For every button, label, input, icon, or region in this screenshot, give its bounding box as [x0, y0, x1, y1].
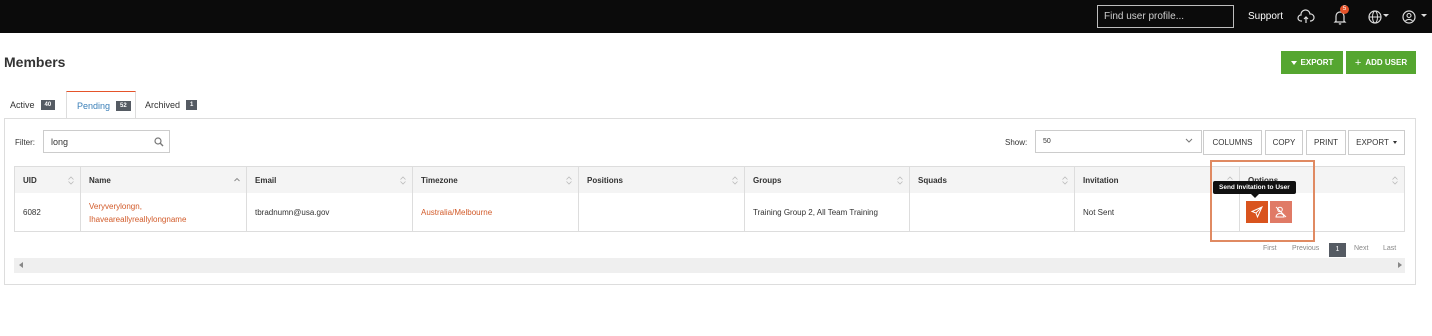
chevron-down-icon: [1383, 14, 1389, 17]
pagination-last[interactable]: Last: [1383, 245, 1396, 252]
remove-user-button[interactable]: [1270, 201, 1292, 223]
export-dropdown-button[interactable]: EXPORT: [1281, 51, 1343, 74]
tab-active[interactable]: Active 40: [0, 91, 65, 119]
tab-label: Archived: [145, 100, 181, 110]
tab-label: Pending: [77, 100, 111, 111]
user-remove-icon: [1275, 206, 1287, 218]
export-label: EXPORT: [1356, 138, 1389, 147]
print-button[interactable]: PRINT: [1306, 130, 1346, 155]
cell-name[interactable]: Veryverylongn, Ihaveareallyreallylongnam…: [81, 193, 247, 232]
header-label: UID: [23, 176, 37, 185]
sort-icon: [1392, 176, 1398, 185]
tab-pending[interactable]: Pending 52: [66, 91, 136, 119]
scroll-right-arrow-icon[interactable]: [1398, 262, 1402, 268]
globe-icon[interactable]: [1366, 8, 1384, 26]
scroll-left-arrow-icon[interactable]: [19, 262, 23, 268]
column-header-uid[interactable]: UID: [15, 167, 81, 193]
column-header-name[interactable]: Name: [81, 167, 247, 193]
caret-down-icon: [1290, 60, 1297, 65]
user-profile-search-input[interactable]: [1097, 5, 1234, 28]
print-label: PRINT: [1314, 138, 1338, 147]
horizontal-scrollbar[interactable]: [14, 258, 1405, 273]
tab-count-badge: 1: [186, 100, 198, 110]
header-label: Groups: [753, 176, 782, 185]
cloud-upload-icon[interactable]: [1297, 8, 1315, 26]
send-invitation-button[interactable]: [1246, 201, 1268, 223]
add-user-button[interactable]: + ADD USER: [1346, 51, 1416, 74]
export-table-button[interactable]: EXPORT: [1348, 130, 1405, 155]
filter-label: Filter:: [15, 138, 35, 147]
member-name-link[interactable]: Ihaveareallyreallylongname: [89, 213, 186, 226]
tab-label: Active: [10, 100, 35, 110]
sort-ascending-icon: [234, 177, 240, 182]
export-button-label: EXPORT: [1300, 58, 1334, 67]
tooltip-arrow: [1251, 194, 1259, 198]
header-label: Timezone: [421, 176, 458, 185]
user-circle-icon[interactable]: [1400, 8, 1418, 26]
sort-icon: [1062, 176, 1068, 185]
column-header-timezone[interactable]: Timezone: [413, 167, 579, 193]
cell-positions: [579, 193, 745, 232]
pagination-next[interactable]: Next: [1354, 245, 1368, 252]
chevron-down-icon: [1185, 138, 1193, 143]
column-header-email[interactable]: Email: [247, 167, 413, 193]
cell-invitation: Not Sent: [1075, 193, 1240, 232]
support-link[interactable]: Support: [1248, 11, 1283, 22]
timezone-link[interactable]: Australia/Melbourne: [421, 208, 492, 217]
plus-icon: +: [1354, 56, 1362, 69]
pagination-previous[interactable]: Previous: [1292, 245, 1319, 252]
cell-squads: [910, 193, 1075, 232]
member-name-link[interactable]: Veryverylongn,: [89, 200, 142, 213]
tab-count-badge: 52: [116, 100, 131, 111]
header-label: Name: [89, 176, 111, 185]
header-label: Invitation: [1083, 176, 1119, 185]
cell-uid: 6082: [15, 193, 81, 232]
pagination-first[interactable]: First: [1263, 245, 1277, 252]
send-invitation-tooltip: Send Invitation to User: [1213, 181, 1296, 194]
cell-email: tbradnumn@usa.gov: [247, 193, 413, 232]
sort-icon: [400, 176, 406, 185]
tab-archived[interactable]: Archived 1: [135, 91, 207, 119]
paper-plane-icon: [1250, 206, 1263, 219]
column-header-positions[interactable]: Positions: [579, 167, 745, 193]
pagination-current-page[interactable]: 1: [1329, 243, 1346, 257]
sort-icon: [68, 176, 74, 185]
copy-label: COPY: [1272, 138, 1296, 147]
column-header-squads[interactable]: Squads: [910, 167, 1075, 193]
cell-timezone[interactable]: Australia/Melbourne: [413, 193, 579, 232]
header-label: Positions: [587, 176, 624, 185]
page-size-select[interactable]: 50: [1035, 130, 1202, 153]
search-icon: [154, 137, 164, 147]
copy-button[interactable]: COPY: [1265, 130, 1303, 155]
sort-icon: [897, 176, 903, 185]
filter-input[interactable]: [43, 130, 170, 153]
columns-label: COLUMNS: [1212, 138, 1253, 147]
caret-down-icon: [1392, 141, 1397, 144]
chevron-down-icon: [1421, 14, 1427, 17]
column-header-groups[interactable]: Groups: [745, 167, 910, 193]
header-label: Squads: [918, 176, 947, 185]
header-label: Email: [255, 176, 277, 185]
cell-groups: Training Group 2, All Team Training: [745, 193, 910, 232]
columns-button[interactable]: COLUMNS: [1203, 130, 1262, 155]
add-user-label: ADD USER: [1365, 58, 1408, 67]
show-label: Show:: [1005, 138, 1028, 147]
sort-icon: [732, 176, 738, 185]
page-title: Members: [4, 54, 66, 70]
sort-icon: [566, 176, 572, 185]
members-table: UID Name Email Timezone Positions Groups…: [14, 166, 1405, 232]
tab-count-badge: 40: [40, 100, 56, 110]
notification-badge: 5: [1340, 5, 1349, 14]
